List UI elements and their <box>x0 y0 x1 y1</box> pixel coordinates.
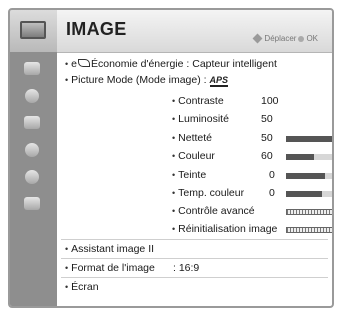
sharpness-slider[interactable] <box>286 136 332 142</box>
contrast-value: 100 <box>261 95 279 107</box>
audio-icon <box>24 62 40 75</box>
color-temperature-item[interactable]: • Temp. couleur <box>172 187 244 199</box>
ok-hint-label: OK <box>306 34 318 43</box>
sharpness-slider-fill <box>286 136 332 142</box>
menu-header: IMAGE Déplacer OK <box>57 10 332 53</box>
advanced-control-indicator <box>286 209 332 215</box>
options-icon <box>25 143 39 157</box>
advanced-control-label: Contrôle avancé <box>178 205 255 217</box>
sharpness-label: Netteté <box>178 132 213 144</box>
category-sidebar <box>10 10 57 306</box>
contrast-label: Contraste <box>178 95 224 107</box>
sidebar-item-usb[interactable] <box>10 164 57 190</box>
divider <box>61 258 328 259</box>
clock-icon <box>25 89 39 103</box>
advanced-control-item[interactable]: • Contrôle avancé <box>172 205 255 217</box>
sharpness-value: 50 <box>261 132 273 144</box>
sidebar-item-time[interactable] <box>10 83 57 109</box>
picture-mode-label: Picture Mode (Mode image) : <box>71 74 207 86</box>
move-hint-label: Déplacer <box>264 34 297 43</box>
aspect-ratio-item[interactable]: • Format de l'image <box>65 262 155 274</box>
color-slider[interactable] <box>286 154 332 160</box>
usb-icon <box>25 170 39 184</box>
color-slider-fill <box>286 154 314 160</box>
navigate-arrows-icon <box>252 33 263 44</box>
picture-wizard-item[interactable]: • Assistant image II <box>65 243 154 255</box>
picture-mode-item[interactable]: • Picture Mode (Mode image) : APS <box>65 74 229 87</box>
divider <box>61 239 328 240</box>
picture-reset-label: Réinitialisation image <box>178 223 278 235</box>
navigation-hint: Déplacer OK <box>252 33 318 44</box>
aps-logo: APS <box>209 75 229 87</box>
energy-saving-item[interactable]: • e Économie d'énergie : Capteur intellige… <box>65 58 277 70</box>
menu-title: IMAGE <box>66 19 127 39</box>
input-icon <box>24 197 40 210</box>
sidebar-item-input[interactable] <box>10 191 57 217</box>
tint-slider-fill <box>286 173 326 179</box>
tint-item[interactable]: • Teinte <box>172 169 206 181</box>
color-temperature-slider[interactable] <box>286 191 332 197</box>
ok-button-icon <box>298 36 305 42</box>
sidebar-item-options[interactable] <box>10 137 57 163</box>
picture-menu-osd: IMAGE Déplacer OK • e Économie d'énergie : … <box>0 0 337 312</box>
screen-item[interactable]: • Écran <box>65 281 99 293</box>
picture-reset-indicator <box>286 227 332 233</box>
aspect-ratio-label: Format de l'image <box>71 262 155 274</box>
tint-value: 0 <box>269 169 275 181</box>
sharpness-item[interactable]: • Netteté <box>172 132 212 144</box>
color-value: 60 <box>261 150 273 162</box>
screen-label: Écran <box>71 281 99 293</box>
picture-settings-list: • e Économie d'énergie : Capteur intellige… <box>57 53 332 306</box>
color-label: Couleur <box>178 150 215 162</box>
brightness-label: Luminosité <box>178 113 229 125</box>
color-temperature-slider-fill <box>286 191 323 197</box>
divider <box>61 277 328 278</box>
color-temperature-label: Temp. couleur <box>178 187 245 199</box>
color-item[interactable]: • Couleur <box>172 150 215 162</box>
tint-slider[interactable] <box>286 173 332 179</box>
brightness-value: 50 <box>261 113 273 125</box>
menu-panel: IMAGE Déplacer OK • e Économie d'énergie : … <box>8 8 334 308</box>
color-temperature-value: 0 <box>269 187 275 199</box>
sidebar-item-lock[interactable] <box>10 110 57 136</box>
picture-wizard-label: Assistant image II <box>71 243 155 255</box>
energy-leaf-icon <box>78 59 90 67</box>
energy-saving-label: Économie d'énergie : Capteur intelligent <box>91 58 277 70</box>
picture-reset-item[interactable]: • Réinitialisation image <box>172 223 277 235</box>
lock-icon <box>24 116 40 129</box>
brightness-item[interactable]: • Luminosité <box>172 113 229 125</box>
energy-prefix: e <box>71 58 77 70</box>
contrast-item[interactable]: • Contraste <box>172 95 224 107</box>
tint-label: Teinte <box>178 169 207 181</box>
aspect-ratio-value: : 16:9 <box>173 262 200 274</box>
tv-screen-icon <box>20 21 46 39</box>
sidebar-item-picture[interactable] <box>10 10 57 52</box>
sidebar-item-audio[interactable] <box>10 56 57 82</box>
